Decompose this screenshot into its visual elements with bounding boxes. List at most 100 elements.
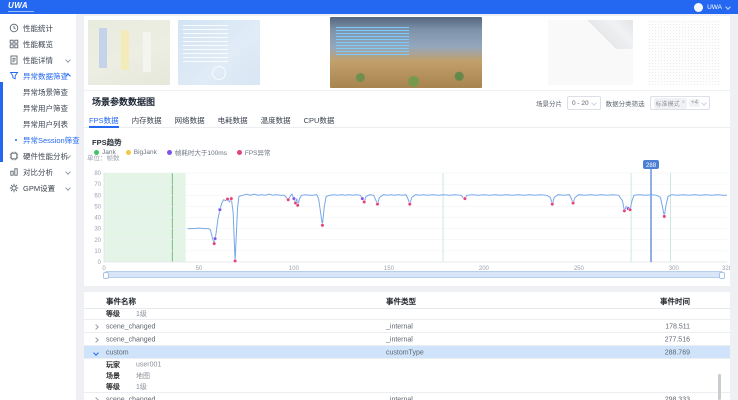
svg-text:10: 10 bbox=[94, 249, 101, 255]
category-tag-more[interactable]: +4 bbox=[689, 99, 700, 107]
section-title: 场景参数数据图 bbox=[92, 95, 155, 108]
scene-slice-label: 场景分片 bbox=[536, 98, 562, 108]
clock-icon bbox=[9, 23, 19, 33]
tab-3[interactable]: 电耗数据 bbox=[218, 114, 248, 128]
username: UWA bbox=[707, 4, 722, 11]
avatar[interactable] bbox=[694, 3, 703, 12]
svg-text:30: 30 bbox=[94, 227, 101, 233]
compare-icon bbox=[9, 167, 19, 177]
sidebar-item-6[interactable]: 异常用户列表 bbox=[0, 116, 76, 132]
legend-item[interactable]: 帧耗时大于100ms bbox=[167, 147, 227, 157]
detail-label: 等级 bbox=[106, 382, 120, 392]
category-tag[interactable]: 标准模式 × bbox=[654, 98, 688, 109]
svg-text:300: 300 bbox=[669, 266, 680, 270]
event-type: _internal bbox=[386, 336, 413, 343]
event-name: scene_changed bbox=[106, 396, 155, 400]
sidebar-item-9[interactable]: 对比分析 bbox=[0, 164, 76, 180]
detail-value: 1级 bbox=[136, 309, 147, 319]
tab-4[interactable]: 温度数据 bbox=[261, 114, 291, 128]
svg-text:50: 50 bbox=[94, 204, 101, 210]
fps-trend-chart: 0102030405060708005010015020025030032828… bbox=[84, 158, 730, 270]
document-icon bbox=[9, 55, 19, 65]
scene-thumbnail-current[interactable] bbox=[330, 17, 482, 88]
event-row-scene_changed[interactable]: scene_changed_internal298.333 bbox=[84, 393, 730, 400]
tab-1[interactable]: 内存数据 bbox=[132, 114, 162, 128]
scene-thumbnail-4[interactable] bbox=[548, 20, 633, 85]
svg-text:70: 70 bbox=[94, 182, 101, 188]
detail-value: 地图 bbox=[136, 371, 150, 381]
overview-icon bbox=[9, 39, 19, 49]
expand-chevron-icon[interactable] bbox=[93, 337, 99, 343]
sidebar-item-label: 性能概览 bbox=[23, 39, 53, 50]
legend-item[interactable]: FPS异常 bbox=[237, 147, 271, 157]
chevron-down-icon bbox=[65, 57, 71, 63]
tab-2[interactable]: 网络数据 bbox=[175, 114, 205, 128]
expand-chevron-icon[interactable] bbox=[93, 324, 99, 330]
svg-text:250: 250 bbox=[574, 266, 585, 270]
svg-text:288: 288 bbox=[646, 163, 657, 169]
event-detail-row: 玩家user001 bbox=[84, 359, 730, 370]
scene-slice-select[interactable]: 0 - 20 bbox=[567, 96, 601, 110]
scene-slice-value: 0 - 20 bbox=[572, 100, 589, 107]
sidebar-item-label: 对比分析 bbox=[23, 167, 53, 178]
sidebar-item-label: 异常用户列表 bbox=[23, 119, 68, 130]
category-filter-label: 数据分类筛选 bbox=[606, 98, 645, 108]
sidebar-item-7[interactable]: 异常Session筛查 bbox=[0, 132, 76, 148]
svg-text:150: 150 bbox=[384, 266, 395, 270]
event-name: custom bbox=[106, 349, 129, 356]
sidebar: 性能统计性能概览性能详情异常数据筛查异常场景筛查异常用户筛查异常用户列表异常Se… bbox=[0, 14, 76, 400]
event-name: scene_changed bbox=[106, 336, 155, 343]
sidebar-item-label: 异常用户筛查 bbox=[23, 103, 68, 114]
sidebar-item-3[interactable]: 异常数据筛查 bbox=[0, 68, 76, 84]
scene-thumbnail-5[interactable] bbox=[648, 20, 720, 85]
category-filter-select[interactable]: 标准模式 × +4 bbox=[650, 96, 710, 110]
chevron-down-icon bbox=[725, 4, 731, 10]
uwa-logo-tagline bbox=[8, 11, 34, 12]
detail-label: 场景 bbox=[106, 371, 120, 381]
chevron-down-icon bbox=[65, 169, 71, 175]
sidebar-item-4[interactable]: 异常场景筛查 bbox=[0, 84, 76, 100]
hardware-icon bbox=[9, 151, 19, 161]
tab-0[interactable]: FPS数据 bbox=[89, 114, 119, 128]
detail-value: user001 bbox=[136, 361, 161, 368]
divider bbox=[84, 90, 730, 91]
sidebar-item-1[interactable]: 性能概览 bbox=[0, 36, 76, 52]
event-type: _internal bbox=[386, 396, 413, 400]
event-name: scene_changed bbox=[106, 323, 155, 330]
table-scrollbar[interactable] bbox=[718, 374, 721, 400]
column-event-name: 事件名称 bbox=[106, 296, 136, 307]
legend-dot-icon bbox=[237, 150, 242, 155]
event-table-card: 事件名称 事件类型 事件时间 等级1级scene_changed_interna… bbox=[84, 292, 730, 400]
uwa-logo[interactable]: UWA bbox=[8, 2, 34, 12]
sidebar-item-label: 异常数据筛查 bbox=[23, 71, 68, 82]
event-time: 277.516 bbox=[665, 336, 690, 343]
data-zoom-slider[interactable] bbox=[104, 271, 724, 278]
uwa-logo-text: UWA bbox=[8, 2, 34, 10]
sidebar-item-0[interactable]: 性能统计 bbox=[0, 20, 76, 36]
sidebar-item-5[interactable]: 异常用户筛查 bbox=[0, 100, 76, 116]
chevron-down-icon bbox=[701, 100, 707, 106]
svg-text:20: 20 bbox=[94, 238, 101, 244]
svg-text:60: 60 bbox=[94, 193, 101, 199]
sidebar-item-label: 性能详情 bbox=[23, 55, 53, 66]
event-detail-row: 场景 地图 bbox=[84, 370, 730, 381]
chevron-down-icon bbox=[591, 100, 597, 106]
sidebar-item-10[interactable]: GPM设置 bbox=[0, 180, 76, 196]
selected-dot-icon bbox=[15, 139, 17, 141]
legend-dot-icon bbox=[167, 150, 172, 155]
legend-item[interactable]: BigJank bbox=[126, 149, 157, 156]
gear-icon bbox=[9, 183, 19, 193]
event-time: 178.511 bbox=[665, 323, 690, 330]
tab-5[interactable]: CPU数据 bbox=[304, 114, 335, 128]
sidebar-item-2[interactable]: 性能详情 bbox=[0, 52, 76, 68]
svg-text:328: 328 bbox=[722, 266, 730, 270]
close-icon[interactable]: × bbox=[682, 100, 686, 106]
event-time: 288.769 bbox=[665, 349, 690, 356]
scene-thumbnail-1[interactable] bbox=[88, 20, 170, 85]
svg-text:50: 50 bbox=[196, 266, 203, 270]
expand-collapsechevron-icon[interactable] bbox=[93, 350, 99, 356]
scene-thumbnail-2[interactable] bbox=[178, 20, 260, 85]
sidebar-item-8[interactable]: 硬件性能分析 bbox=[0, 148, 76, 164]
user-menu[interactable]: UWA bbox=[694, 3, 730, 12]
svg-text:0: 0 bbox=[102, 266, 106, 270]
